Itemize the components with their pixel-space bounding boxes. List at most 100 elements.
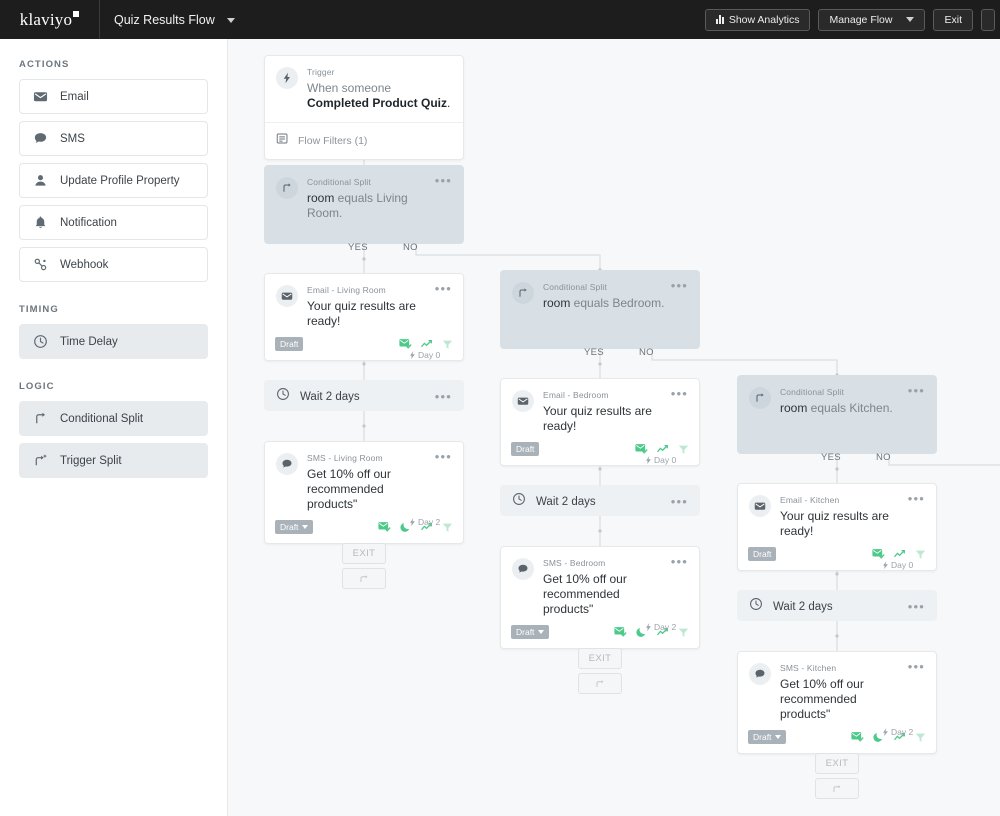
trigger-node[interactable]: Trigger When someone Completed Product Q… (264, 55, 464, 160)
status-badge[interactable]: Draft (275, 337, 304, 351)
time-delay-node-living-room[interactable]: Wait 2 days ••• (264, 380, 464, 411)
status-badge-label: Draft (280, 339, 299, 349)
node-menu-button[interactable]: ••• (908, 492, 925, 539)
node-menu-button[interactable]: ••• (435, 174, 452, 221)
time-delay-node-kitchen[interactable]: Wait 2 days ••• (737, 590, 937, 621)
node-menu-button[interactable]: ••• (908, 600, 925, 613)
clock-icon (749, 597, 763, 616)
message-subject: Get 10% off our recommended products" (780, 677, 864, 721)
exit-button[interactable]: EXIT (815, 753, 859, 774)
status-badge[interactable]: Draft (511, 442, 540, 456)
node-menu-button[interactable]: ••• (435, 450, 452, 512)
conditional-split-node-living-room[interactable]: Conditional Split room equals Living Roo… (264, 165, 464, 244)
day-tag-label: Day 0 (418, 350, 441, 360)
message-subject: Your quiz results are ready! (543, 404, 652, 433)
chat-bubble-icon (512, 558, 534, 580)
envelope-icon (749, 495, 771, 517)
envelope-icon (20, 89, 60, 104)
chevron-down-icon (227, 17, 236, 23)
chevron-down-icon (775, 735, 782, 739)
node-type-label: Email - Living Room (307, 285, 386, 295)
time-delay-node-bedroom[interactable]: Wait 2 days ••• (500, 485, 700, 516)
palette-item-update-profile-property[interactable]: Update Profile Property (19, 163, 208, 198)
chevron-down-icon (302, 525, 309, 529)
manage-flow-button[interactable]: Manage Flow (818, 8, 926, 31)
palette-item-label: Trigger Split (60, 454, 122, 467)
palette-item-webhook[interactable]: Webhook (19, 247, 208, 282)
wait-label: Wait 2 days (536, 495, 596, 508)
node-menu-button[interactable]: ••• (671, 279, 688, 311)
add-branch-button[interactable] (342, 568, 386, 589)
exit-node-kitchen: EXIT (815, 753, 859, 799)
node-status-icons (399, 338, 453, 350)
sms-node-kitchen[interactable]: SMS - Kitchen Get 10% off our recommende… (737, 651, 937, 754)
flow-name-text: Quiz Results Flow (114, 12, 215, 27)
palette-item-time-delay[interactable]: Time Delay (19, 324, 208, 359)
node-menu-button[interactable]: ••• (435, 390, 452, 403)
sms-node-bedroom[interactable]: SMS - Bedroom Get 10% off our recommende… (500, 546, 700, 649)
add-branch-button[interactable] (815, 778, 859, 799)
conditional-split-node-bedroom[interactable]: Conditional Split room equals Bedroom. •… (500, 270, 700, 349)
node-menu-button[interactable]: ••• (435, 282, 452, 329)
node-menu-button[interactable]: ••• (908, 660, 925, 722)
flow-canvas[interactable]: Trigger When someone Completed Product Q… (228, 39, 1000, 816)
palette-item-notification[interactable]: Notification (19, 205, 208, 240)
flow-name-menu[interactable]: Quiz Results Flow (114, 12, 236, 27)
exit-button[interactable]: EXIT (578, 648, 622, 669)
conditional-split-node-kitchen[interactable]: Conditional Split room equals Kitchen. •… (737, 375, 937, 454)
email-node-living-room[interactable]: Email - Living Room Your quiz results ar… (264, 273, 464, 361)
palette-item-label: Notification (60, 216, 117, 229)
branch-label-no: NO (403, 242, 418, 253)
status-badge[interactable]: Draft (511, 625, 550, 639)
status-badge[interactable]: Draft (275, 520, 314, 534)
day-tag: Day 2 (882, 727, 913, 737)
show-analytics-button[interactable]: Show Analytics (704, 8, 811, 31)
chat-bubble-icon (749, 663, 771, 685)
exit-button[interactable]: EXIT (342, 543, 386, 564)
brand-logo[interactable]: klaviyo (0, 0, 100, 39)
day-tag: Day 0 (645, 455, 676, 465)
email-sent-icon (635, 443, 648, 455)
top-bar-actions: Show Analytics Manage Flow Exit (704, 8, 1000, 31)
palette-item-trigger-split[interactable]: Trigger Split (19, 443, 208, 478)
palette-item-conditional-split[interactable]: Conditional Split (19, 401, 208, 436)
split-condition: room equals Living Room. (307, 191, 431, 221)
manage-flow-label: Manage Flow (829, 13, 893, 26)
palette-item-email[interactable]: Email (19, 79, 208, 114)
email-sent-icon (614, 626, 627, 638)
node-menu-button[interactable]: ••• (671, 387, 688, 434)
node-status-icons (872, 548, 926, 560)
message-subject: Get 10% off our recommended products" (307, 467, 391, 511)
flow-filters-label: Flow Filters (1) (298, 135, 368, 147)
palette-item-sms[interactable]: SMS (19, 121, 208, 156)
node-type-label: Email - Kitchen (780, 495, 840, 505)
flow-filters-row[interactable]: Flow Filters (1) (265, 122, 463, 159)
add-branch-button[interactable] (578, 673, 622, 694)
analytics-trend-icon (657, 444, 669, 455)
node-menu-button[interactable]: ••• (908, 384, 925, 416)
exit-button[interactable]: Exit (933, 8, 973, 31)
palette-item-label: Time Delay (60, 335, 118, 348)
filter-funnel-icon (915, 549, 926, 560)
overflow-button[interactable] (981, 8, 995, 31)
status-badge[interactable]: Draft (748, 730, 787, 744)
split-icon (20, 411, 60, 426)
node-menu-button[interactable]: ••• (671, 555, 688, 617)
split-icon (749, 387, 771, 409)
split-property: room (307, 191, 335, 205)
email-node-bedroom[interactable]: Email - Bedroom Your quiz results are re… (500, 378, 700, 466)
status-badge-label: Draft (516, 444, 535, 454)
day-tag-label: Day 2 (891, 727, 914, 737)
email-node-kitchen[interactable]: Email - Kitchen Your quiz results are re… (737, 483, 937, 571)
node-menu-button[interactable]: ••• (671, 495, 688, 508)
chevron-down-icon (538, 630, 545, 634)
status-badge[interactable]: Draft (748, 547, 777, 561)
logic-section-label: LOGIC (19, 381, 55, 392)
branch-label-yes: YES (821, 452, 841, 463)
split-value: Bedroom. (612, 296, 665, 310)
exit-node-living-room: EXIT (342, 543, 386, 589)
sms-node-living-room[interactable]: SMS - Living Room Get 10% off our recomm… (264, 441, 464, 544)
filter-funnel-icon (915, 732, 926, 743)
lightning-bolt-icon (276, 67, 298, 89)
split-value: Kitchen. (849, 401, 893, 415)
